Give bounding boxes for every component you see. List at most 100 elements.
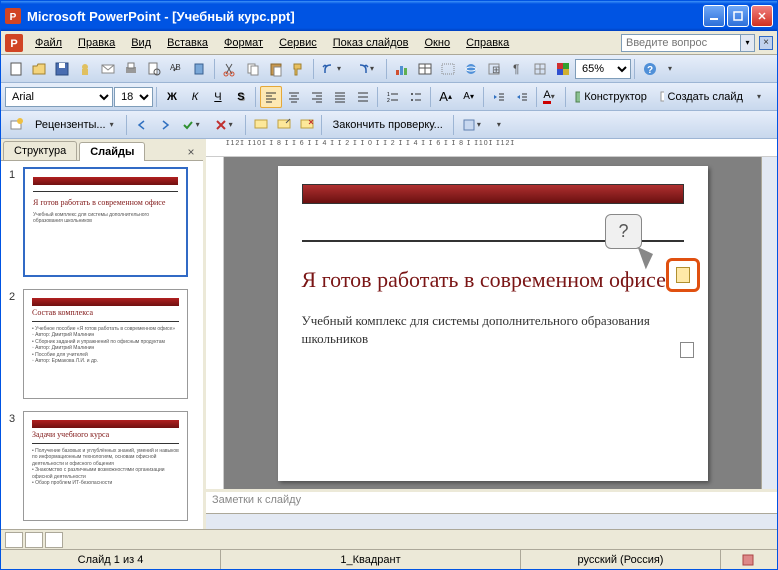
insert-chart-button[interactable] xyxy=(391,58,413,80)
tab-slides[interactable]: Слайды xyxy=(79,142,145,161)
show-grid-button[interactable] xyxy=(529,58,551,80)
align-left-button[interactable] xyxy=(260,86,282,108)
markup-button[interactable] xyxy=(5,114,27,136)
design-button[interactable]: Конструктор xyxy=(570,86,654,108)
reviewers-button[interactable]: Рецензенты...▾ xyxy=(28,114,123,136)
help-button[interactable]: ? xyxy=(639,58,661,80)
show-formatting-button[interactable]: ¶ xyxy=(506,58,528,80)
print-preview-button[interactable] xyxy=(143,58,165,80)
end-review-button[interactable]: Закончить проверку... xyxy=(326,114,450,136)
help-question-dropdown[interactable]: ▾ xyxy=(741,34,755,52)
redo-button[interactable]: ▾ xyxy=(351,58,383,80)
copy-button[interactable] xyxy=(242,58,264,80)
numbering-button[interactable]: 12 xyxy=(382,86,404,108)
undo-button[interactable]: ▾ xyxy=(318,58,350,80)
maximize-button[interactable] xyxy=(727,5,749,27)
spelling-button[interactable]: ✓AB xyxy=(166,58,188,80)
reviewing-pane-button[interactable]: ▾ xyxy=(458,114,490,136)
close-button[interactable] xyxy=(751,5,773,27)
distribute-button[interactable] xyxy=(352,86,374,108)
status-spellcheck-icon[interactable] xyxy=(721,550,777,569)
minimize-button[interactable] xyxy=(703,5,725,27)
open-button[interactable] xyxy=(28,58,50,80)
font-color-button[interactable]: A▾ xyxy=(540,86,562,108)
slide-title[interactable]: Я готов работать в современном офисе xyxy=(302,266,684,295)
vertical-ruler[interactable] xyxy=(206,157,224,489)
new-button[interactable] xyxy=(5,58,27,80)
doc-close-button[interactable]: × xyxy=(759,36,773,50)
vertical-scrollbar[interactable] xyxy=(761,157,777,489)
toolbar-options-icon[interactable]: ▾ xyxy=(491,114,513,136)
menu-file[interactable]: Файл xyxy=(27,35,70,51)
research-button[interactable] xyxy=(189,58,211,80)
new-slide-button[interactable]: Создать слайд xyxy=(655,86,750,108)
slide-thumbnail[interactable]: Задачи учебного курса • Получение базовы… xyxy=(23,411,188,521)
email-button[interactable] xyxy=(97,58,119,80)
comment-marker-icon[interactable] xyxy=(680,342,694,358)
normal-view-button[interactable] xyxy=(5,532,23,548)
slideshow-view-button[interactable] xyxy=(45,532,63,548)
slide-thumbnails[interactable]: 1 Я готов работать в современном офисе У… xyxy=(1,161,203,529)
increase-indent-button[interactable] xyxy=(511,86,533,108)
format-painter-button[interactable] xyxy=(288,58,310,80)
decrease-font-button[interactable]: A▾ xyxy=(458,86,480,108)
menu-insert[interactable]: Вставка xyxy=(159,35,216,51)
align-right-button[interactable] xyxy=(306,86,328,108)
prev-change-button[interactable] xyxy=(131,114,153,136)
tab-outline[interactable]: Структура xyxy=(3,141,77,160)
slide-thumbnail[interactable]: Я готов работать в современном офисе Уче… xyxy=(23,167,188,277)
bullets-button[interactable] xyxy=(405,86,427,108)
toolbar-options-icon[interactable]: ▾ xyxy=(751,86,773,108)
menu-edit[interactable]: Правка xyxy=(70,35,123,51)
align-center-button[interactable] xyxy=(283,86,305,108)
next-change-button[interactable] xyxy=(154,114,176,136)
underline-button[interactable]: Ч xyxy=(207,86,229,108)
permission-button[interactable] xyxy=(74,58,96,80)
cut-button[interactable] xyxy=(219,58,241,80)
insert-hyperlink-button[interactable] xyxy=(460,58,482,80)
horizontal-scrollbar[interactable] xyxy=(206,513,777,529)
delete-comment-button[interactable] xyxy=(296,114,318,136)
slide-sorter-view-button[interactable] xyxy=(25,532,43,548)
menu-tools[interactable]: Сервис xyxy=(271,35,325,51)
paste-button[interactable] xyxy=(265,58,287,80)
edit-comment-button[interactable] xyxy=(273,114,295,136)
accept-button[interactable]: ▾ xyxy=(177,114,209,136)
slide-canvas[interactable]: ? Я готов работать в современном офисе У… xyxy=(224,157,761,489)
expand-all-button[interactable]: ⊞ xyxy=(483,58,505,80)
insert-table-button[interactable] xyxy=(414,58,436,80)
slide-subtitle[interactable]: Учебный комплекс для системы дополнитель… xyxy=(302,312,684,348)
justify-button[interactable] xyxy=(329,86,351,108)
slide-thumbnail[interactable]: Состав комплекса • Учебное пособие «Я го… xyxy=(23,289,188,399)
menu-format[interactable]: Формат xyxy=(216,35,271,51)
shadow-button[interactable]: S xyxy=(230,86,252,108)
menu-window[interactable]: Окно xyxy=(417,35,459,51)
save-button[interactable] xyxy=(51,58,73,80)
titlebar[interactable]: P Microsoft PowerPoint - [Учебный курс.p… xyxy=(1,1,777,31)
color-button[interactable] xyxy=(552,58,574,80)
print-button[interactable] xyxy=(120,58,142,80)
comment-callout[interactable]: ? xyxy=(605,214,641,249)
help-question-input[interactable] xyxy=(621,34,741,52)
pane-close-button[interactable]: × xyxy=(183,144,199,160)
svg-text:P: P xyxy=(10,38,17,50)
toolbar-options-icon[interactable]: ▾ xyxy=(662,58,684,80)
font-select[interactable]: Arial xyxy=(5,87,113,107)
reject-button[interactable]: ▾ xyxy=(210,114,242,136)
menu-view[interactable]: Вид xyxy=(123,35,159,51)
svg-text:¶: ¶ xyxy=(513,62,519,76)
menu-slideshow[interactable]: Показ слайдов xyxy=(325,35,417,51)
insert-comment-button[interactable] xyxy=(250,114,272,136)
tables-borders-button[interactable] xyxy=(437,58,459,80)
italic-button[interactable]: К xyxy=(184,86,206,108)
horizontal-ruler[interactable]: ⵊ12ⵊ ⵊ10ⵊ ⵊ 8 ⵊ ⵊ 6 ⵊ ⵊ 4 ⵊ ⵊ 2 ⵊ ⵊ 0 ⵊ … xyxy=(206,139,777,157)
decrease-indent-button[interactable] xyxy=(488,86,510,108)
bold-button[interactable]: Ж xyxy=(161,86,183,108)
zoom-select[interactable]: 65% xyxy=(575,59,631,79)
slide[interactable]: ? Я готов работать в современном офисе У… xyxy=(278,166,708,481)
increase-font-button[interactable]: A▴ xyxy=(435,86,457,108)
notes-pane[interactable]: Заметки к слайду xyxy=(206,489,777,513)
font-size-select[interactable]: 18 xyxy=(114,87,153,107)
comment-marker-icon[interactable] xyxy=(676,267,690,283)
menu-help[interactable]: Справка xyxy=(458,35,517,51)
